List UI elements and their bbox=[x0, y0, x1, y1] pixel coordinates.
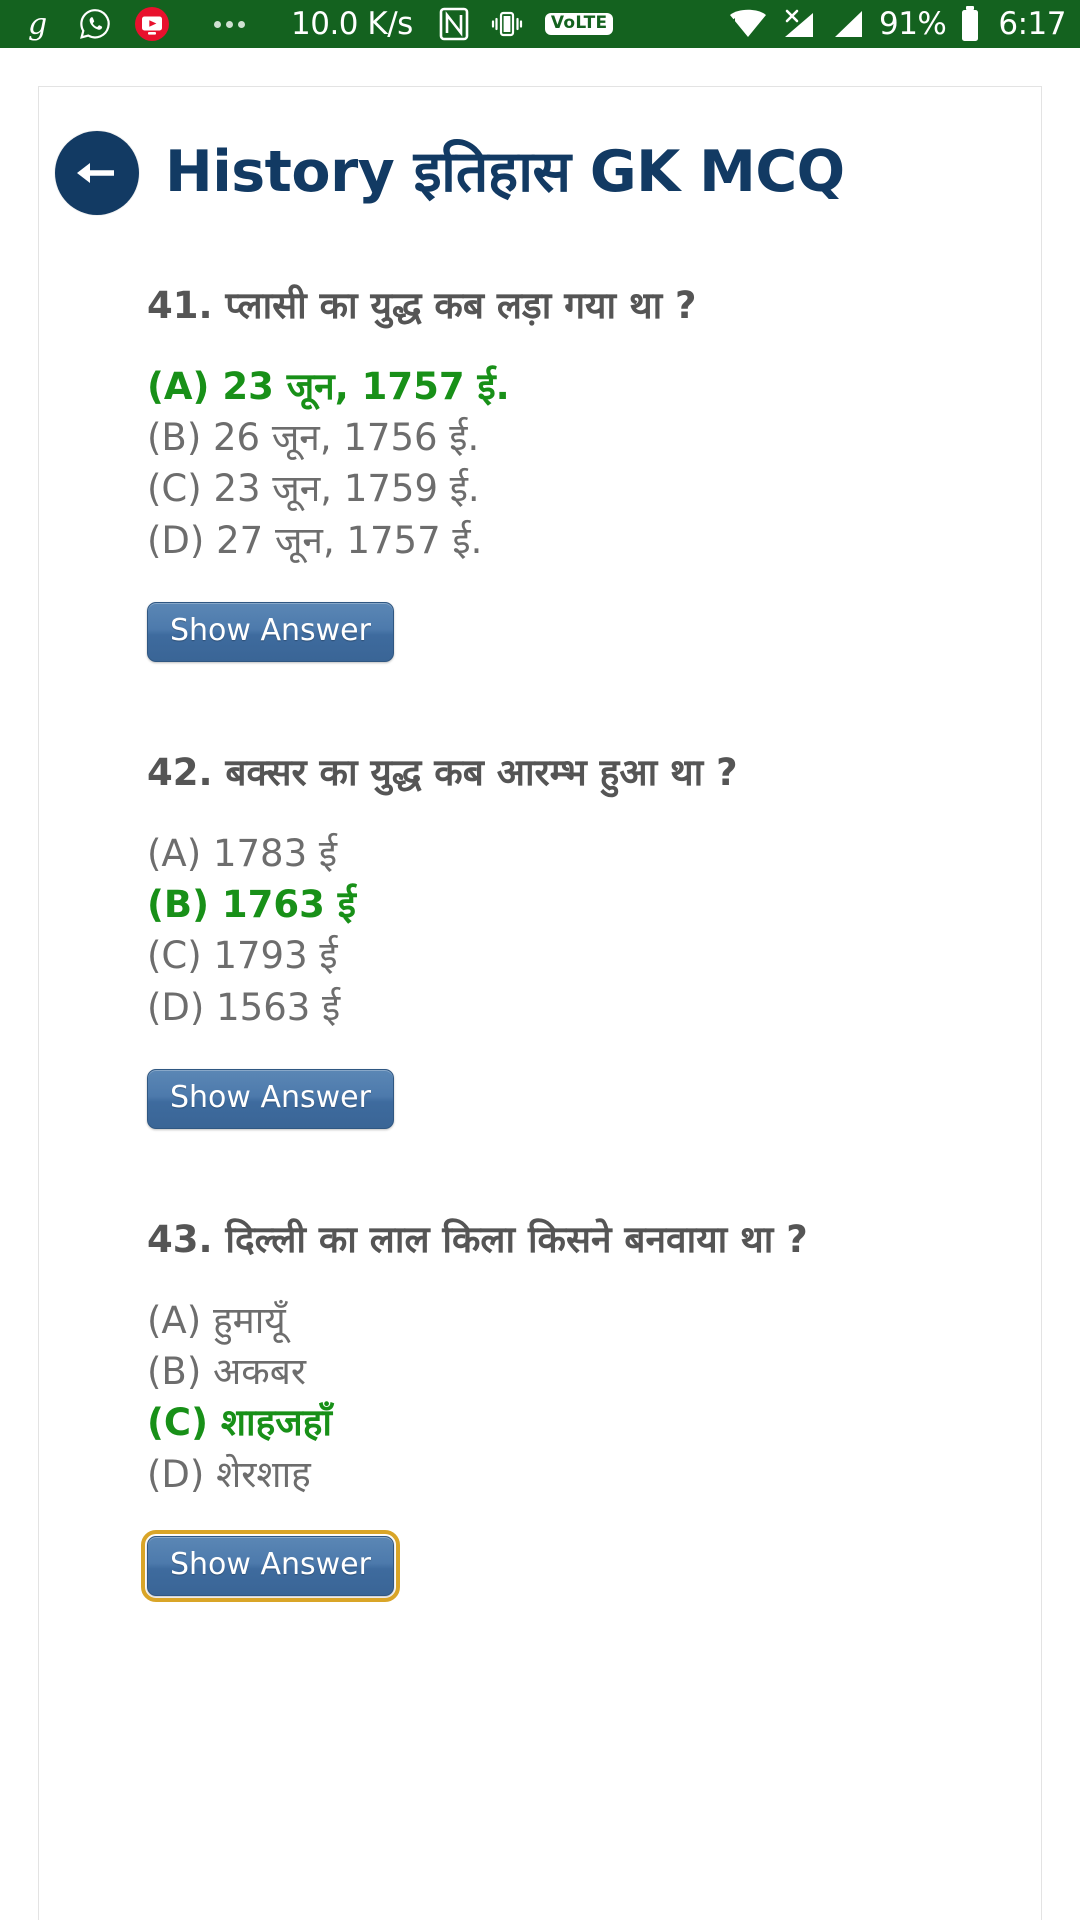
option-a[interactable]: (A) हुमायूँ bbox=[147, 1295, 1041, 1346]
status-bar-notifications: g 10.0 K/s VoLTE bbox=[26, 6, 614, 42]
whatsapp-icon bbox=[78, 7, 112, 41]
show-answer-button[interactable]: Show Answer bbox=[147, 1069, 394, 1130]
battery-percent-label: 91% bbox=[878, 6, 947, 42]
question-block: 43. दिल्ली का लाल किला किसने बनवाया था ?… bbox=[141, 1215, 1041, 1603]
question-text: 42. बक्सर का युद्ध कब आरम्भ हुआ था ? bbox=[147, 751, 738, 795]
question-list: 41. प्लासी का युद्ध कब लड़ा गया था ? (A)… bbox=[39, 281, 1041, 1603]
status-bar-system: 91% 6:17 bbox=[728, 6, 1066, 42]
signal-no-data-icon bbox=[781, 7, 819, 41]
option-a[interactable]: (A) 23 जून, 1757 ई. bbox=[147, 361, 1041, 412]
question-block: 42. बक्सर का युद्ध कब आरम्भ हुआ था ? (A)… bbox=[147, 748, 1041, 1130]
question-text: 43. दिल्ली का लाल किला किसने बनवाया था ? bbox=[147, 1218, 808, 1262]
page-title: History इतिहास GK MCQ bbox=[165, 139, 845, 206]
content-card: History इतिहास GK MCQ 41. प्लासी का युद्… bbox=[38, 86, 1042, 1920]
option-b[interactable]: (B) 26 जून, 1756 ई. bbox=[147, 412, 1041, 463]
youtube-icon bbox=[134, 6, 170, 42]
more-dots-icon bbox=[214, 20, 245, 28]
battery-icon bbox=[959, 6, 981, 42]
option-list: (A) 23 जून, 1757 ई. (B) 26 जून, 1756 ई. … bbox=[147, 361, 1041, 566]
show-answer-button[interactable]: Show Answer bbox=[141, 1530, 400, 1603]
clock-label: 6:17 bbox=[998, 6, 1066, 42]
option-b[interactable]: (B) अकबर bbox=[147, 1346, 1041, 1397]
app-header: History इतिहास GK MCQ bbox=[39, 131, 1041, 215]
question-text: 41. प्लासी का युद्ध कब लड़ा गया था ? bbox=[147, 284, 697, 327]
wifi-icon bbox=[728, 7, 768, 41]
option-d[interactable]: (D) 27 जून, 1757 ई. bbox=[147, 515, 1041, 566]
option-c[interactable]: (C) 23 जून, 1759 ई. bbox=[147, 463, 1041, 514]
back-arrow-icon bbox=[74, 158, 120, 188]
g-icon: g bbox=[26, 7, 56, 41]
vibrate-icon bbox=[491, 8, 523, 40]
svg-text:g: g bbox=[28, 7, 47, 41]
signal-icon bbox=[832, 7, 866, 41]
network-speed-label: 10.0 K/s bbox=[291, 6, 413, 42]
option-a[interactable]: (A) 1783 ई bbox=[147, 828, 1041, 879]
status-bar: g 10.0 K/s VoLTE 91% 6:17 bbox=[0, 0, 1080, 48]
volte-badge: VoLTE bbox=[544, 13, 614, 35]
option-d[interactable]: (D) शेरशाह bbox=[147, 1449, 1041, 1500]
question-block: 41. प्लासी का युद्ध कब लड़ा गया था ? (A)… bbox=[147, 281, 1041, 663]
option-b[interactable]: (B) 1763 ई bbox=[147, 879, 1041, 930]
option-list: (A) 1783 ई (B) 1763 ई (C) 1793 ई (D) 156… bbox=[147, 828, 1041, 1033]
option-c[interactable]: (C) 1793 ई bbox=[147, 930, 1041, 981]
nfc-icon bbox=[439, 7, 469, 41]
option-list: (A) हुमायूँ (B) अकबर (C) शाहजहाँ (D) शेर… bbox=[147, 1295, 1041, 1500]
option-c[interactable]: (C) शाहजहाँ bbox=[147, 1397, 1041, 1448]
back-button[interactable] bbox=[55, 131, 139, 215]
page-body: History इतिहास GK MCQ 41. प्लासी का युद्… bbox=[0, 48, 1080, 1920]
show-answer-button[interactable]: Show Answer bbox=[147, 602, 394, 663]
option-d[interactable]: (D) 1563 ई bbox=[147, 982, 1041, 1033]
